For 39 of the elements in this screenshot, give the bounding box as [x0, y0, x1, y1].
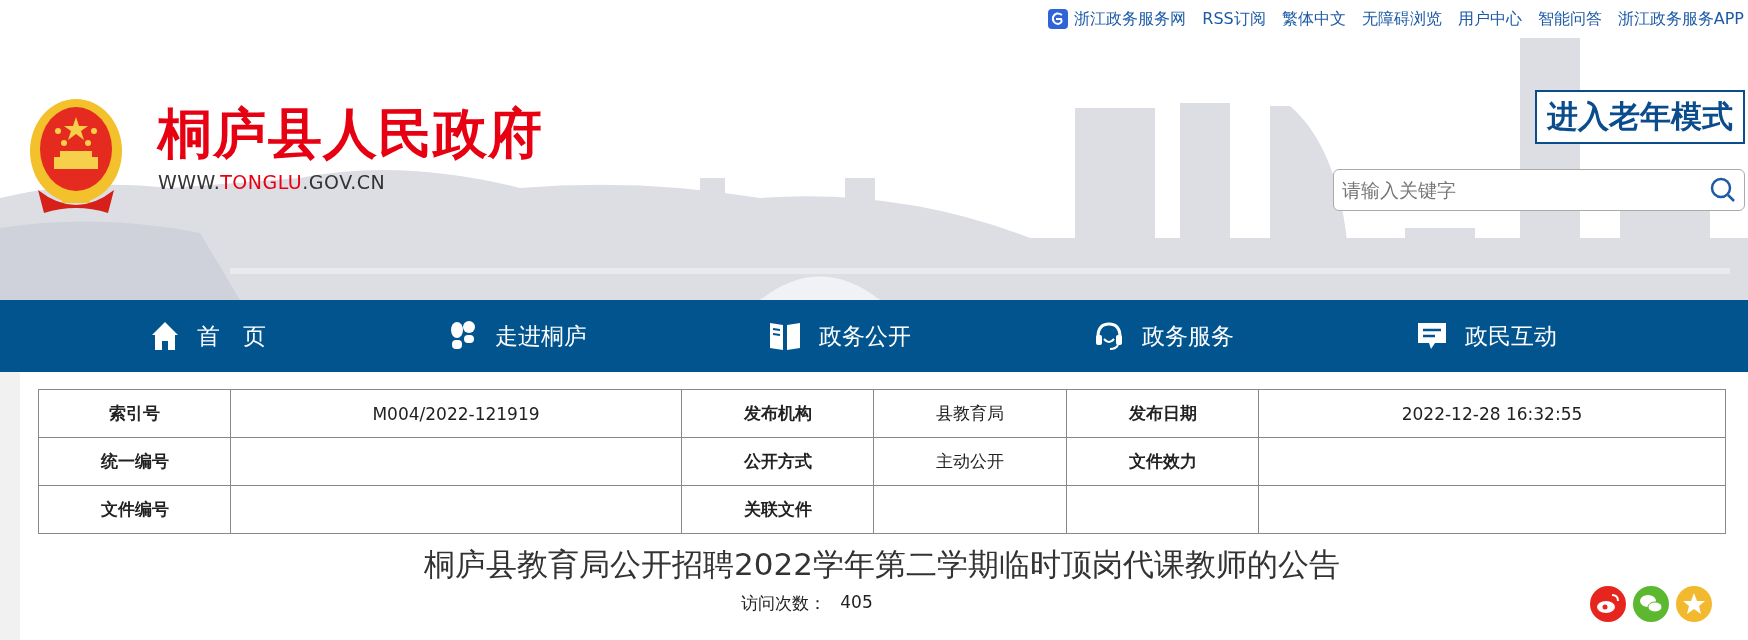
- headset-icon: [1094, 321, 1125, 351]
- visit-count: 405: [840, 591, 873, 614]
- field-label: 统一编号: [100, 451, 169, 471]
- message-icon: [1416, 322, 1447, 350]
- table-cell: 2022-12-28 16:32:55: [1401, 403, 1583, 424]
- nav-link[interactable]: 走进桐庐: [448, 320, 587, 352]
- table-cell: M004/2022-121919: [372, 403, 540, 424]
- elder-mode-button[interactable]: 进入老年模式: [1535, 90, 1745, 144]
- nav-link[interactable]: 首 页: [151, 320, 267, 352]
- table-cell: 主动公开: [936, 451, 1004, 471]
- top-link[interactable]: RSS订阅: [1202, 8, 1266, 30]
- chat-icon[interactable]: [1633, 586, 1669, 622]
- top-link[interactable]: 繁体中文: [1281, 8, 1346, 30]
- book-icon: [769, 321, 802, 351]
- field-label: 发布日期: [1128, 403, 1197, 423]
- top-link[interactable]: 用户中心: [1457, 8, 1522, 30]
- nav-link[interactable]: 政民互动: [1416, 320, 1557, 352]
- footprints-icon: [448, 321, 477, 351]
- home-icon: [151, 321, 180, 351]
- site-url: WWW.TONGLU.GOV.CN: [158, 171, 387, 193]
- nav-link[interactable]: 政务服务: [1094, 320, 1235, 352]
- field-label: 发布机构: [743, 403, 812, 423]
- table-cell: 县教育局: [936, 403, 1004, 423]
- site-title: 桐庐县人民政府: [158, 103, 543, 165]
- field-label: 文件效力: [1128, 451, 1197, 471]
- top-link[interactable]: 智能问答: [1537, 8, 1602, 30]
- top-link[interactable]: 无障碍浏览: [1361, 8, 1442, 30]
- share-icon[interactable]: [1590, 586, 1626, 622]
- article-title: 桐庐县教育局公开招聘2022学年第二学期临时顶岗代课教师的公告: [423, 545, 1341, 584]
- top-link[interactable]: 浙江政务服务网: [1048, 8, 1187, 30]
- field-label: 关联文件: [743, 499, 812, 519]
- nav-link[interactable]: 政务公开: [769, 320, 912, 352]
- app-logo-icon: [1048, 9, 1069, 29]
- search-field[interactable]: 请输入关键字: [1333, 169, 1745, 211]
- top-link[interactable]: 浙江政务服务APP: [1617, 8, 1744, 30]
- field-label: 索引号: [109, 403, 160, 423]
- field-label: 文件编号: [100, 499, 169, 519]
- field-label: 公开方式: [743, 451, 812, 471]
- visit-label: 访问次数：: [741, 591, 827, 615]
